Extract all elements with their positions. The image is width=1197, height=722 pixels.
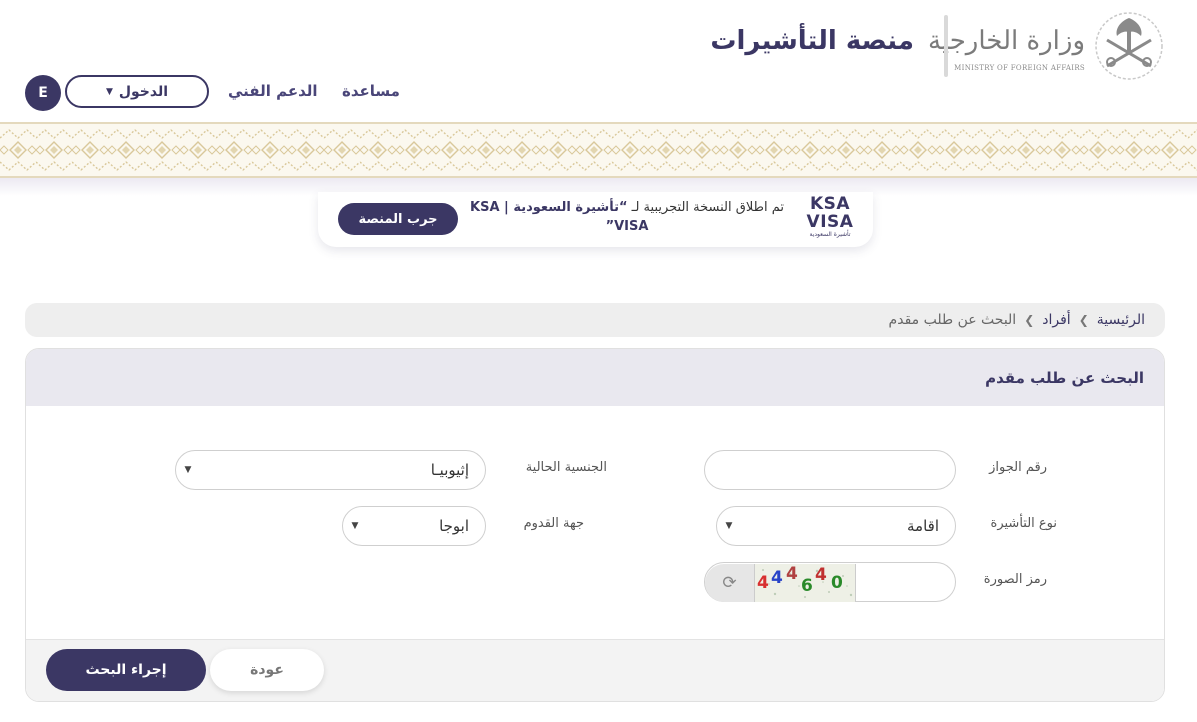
- ksa-visa-logo-line2: VISA: [806, 212, 854, 232]
- back-button[interactable]: عودة: [210, 649, 324, 691]
- ministry-name-ar: وزارة الخارجية: [927, 26, 1085, 56]
- decorative-pattern-band: [0, 122, 1197, 178]
- captcha-char: 0: [831, 573, 843, 593]
- chevron-down-icon: ▼: [725, 521, 733, 531]
- search-button[interactable]: إجراء البحث: [46, 649, 206, 691]
- ministry-logo[interactable]: وزارة الخارجية MINISTRY OF FOREIGN AFFAI…: [928, 10, 1165, 85]
- captcha-char: 4: [786, 564, 798, 584]
- card-title: البحث عن طلب مقدم: [26, 349, 1164, 406]
- nav-support-link[interactable]: الدعم الفني: [228, 82, 318, 100]
- refresh-icon[interactable]: ⟳: [705, 564, 754, 602]
- passport-label: رقم الجواز: [989, 460, 1047, 475]
- captcha-image: 4 4 4 6 4 0: [754, 564, 856, 602]
- breadcrumb-individuals[interactable]: أفراد: [1042, 312, 1070, 328]
- passport-number-field[interactable]: [704, 450, 956, 490]
- platform-title: منصة التأشيرات: [710, 26, 914, 56]
- chevron-left-icon: ❯: [1024, 313, 1035, 327]
- language-toggle-button[interactable]: E: [25, 75, 61, 111]
- chevron-left-icon: ❯: [1078, 313, 1089, 327]
- ksa-visa-logo-subtitle: تأشيرة السعودية: [809, 231, 851, 238]
- login-label: الدخول: [118, 83, 169, 100]
- promo-text: تم اطلاق النسخة التجريبية لـ “تأشيرة الس…: [467, 198, 787, 236]
- breadcrumb: الرئيسية ❯ أفراد ❯ البحث عن طلب مقدم: [25, 303, 1165, 337]
- nav-help-link[interactable]: مساعدة: [342, 82, 400, 100]
- breadcrumb-current: البحث عن طلب مقدم: [888, 312, 1017, 328]
- login-dropdown-button[interactable]: الدخول ▼: [65, 75, 209, 108]
- promo-text-bold: “تأشيرة السعودية | KSA VISA”: [470, 200, 649, 234]
- arrival-point-value: ابوجا: [439, 517, 469, 535]
- nationality-value: إثيوبيـا: [430, 461, 469, 479]
- passport-number-input[interactable]: [705, 451, 955, 489]
- arrival-label: جهة القدوم: [523, 516, 584, 531]
- chevron-down-icon: ▼: [351, 521, 359, 531]
- visa-type-value: اقامة: [907, 517, 939, 535]
- nationality-label: الجنسية الحالية: [525, 460, 607, 475]
- caret-down-icon: ▼: [105, 86, 113, 97]
- captcha-char: 4: [757, 573, 769, 593]
- captcha-char: 6: [801, 576, 813, 596]
- chevron-down-icon: ▼: [184, 465, 192, 475]
- visa-type-label: نوع التأشيرة: [990, 516, 1057, 531]
- ksa-visa-logo: KSA VISA تأشيرة السعودية: [805, 196, 855, 244]
- header-divider: [944, 15, 948, 77]
- captcha-char: 4: [771, 568, 783, 588]
- ministry-name-en: MINISTRY OF FOREIGN AFFAIRS: [954, 64, 1085, 72]
- sadu-pattern-icon: [0, 124, 1197, 176]
- saudi-emblem-icon: [1095, 12, 1163, 80]
- captcha-char: 4: [815, 565, 827, 585]
- arrival-point-select[interactable]: ابوجا ▼: [342, 506, 486, 546]
- captcha-input[interactable]: [857, 563, 955, 601]
- try-platform-button[interactable]: جرب المنصة: [338, 203, 458, 235]
- ksa-visa-promo-banner: KSA VISA تأشيرة السعودية تم اطلاق النسخة…: [318, 192, 873, 247]
- captcha-label: رمز الصورة: [983, 572, 1047, 587]
- ksa-visa-logo-line1: KSA: [809, 194, 851, 214]
- breadcrumb-home[interactable]: الرئيسية: [1097, 312, 1145, 328]
- promo-text-prefix: تم اطلاق النسخة التجريبية لـ: [627, 200, 784, 215]
- nationality-select[interactable]: إثيوبيـا ▼: [175, 450, 486, 490]
- visa-type-select[interactable]: اقامة ▼: [716, 506, 956, 546]
